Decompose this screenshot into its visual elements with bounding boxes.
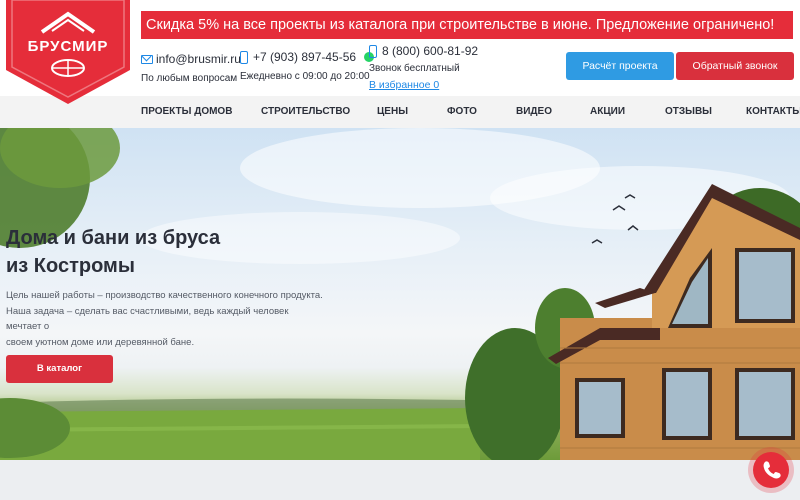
hero-text-line-2: Наша задача – сделать вас счастливыми, в… [6,305,289,333]
hero-title: Дома и бани из бруса из Костромы [6,224,220,280]
phone-link[interactable]: +7 (903) 897-45-56 [253,50,356,64]
contact-email: info@brusmir.ru По любым вопросам [141,52,241,84]
hero-section: Дома и бани из бруса из Костромы Цель на… [0,128,800,460]
page-bottom-strip [0,460,800,500]
mail-icon [141,54,153,64]
hero-title-line-2: из Костромы [6,255,135,277]
site-header: БРУСМИР Скидка 5% на все проекты из ката… [0,0,800,104]
hero-title-line-1: Дома и бани из бруса [6,227,221,249]
contact-phone: +7 (903) 897-45-56 Ежедневно с 09:00 до … [240,50,375,82]
nav-item-promotions[interactable]: АКЦИИ [590,96,625,128]
catalog-button[interactable]: В каталог [6,355,113,383]
call-fab-button[interactable] [753,452,789,488]
calc-project-button[interactable]: Расчёт проекта [566,52,674,80]
phone-icon [240,50,248,64]
nav-item-projects[interactable]: ПРОЕКТЫ ДОМОВ [141,96,232,128]
phone-icon [369,44,377,58]
nav-item-construction[interactable]: СТРОИТЕЛЬСТВО [261,96,350,128]
nav-item-photo[interactable]: ФОТО [447,96,477,128]
contact-free-phone: 8 (800) 600-81-92 Звонок бесплатный В из… [369,44,478,91]
promo-banner: Скидка 5% на все проекты из каталога при… [141,11,793,39]
email-link[interactable]: info@brusmir.ru [156,52,241,66]
nav-item-prices[interactable]: ЦЕНЫ [377,96,408,128]
logo-text[interactable]: БРУСМИР [14,38,122,55]
hero-description: Цель нашей работы – производство качеств… [6,288,326,350]
phone-call-icon [763,461,781,479]
callback-button[interactable]: Обратный звонок [676,52,794,80]
favorites-link[interactable]: В избранное 0 [369,79,478,91]
nav-item-reviews[interactable]: ОТЗЫВЫ [665,96,712,128]
free-phone-link[interactable]: 8 (800) 600-81-92 [382,44,478,58]
free-phone-note: Звонок бесплатный [369,63,460,74]
hero-text-line-1: Цель нашей работы – производство качеств… [6,290,323,301]
phone-hours: Ежедневно с 09:00 до 20:00 [240,71,370,82]
nav-item-contacts[interactable]: КОНТАКТЫ [746,96,800,128]
hero-text-line-3: своем уютном доме или деревянной бане. [6,336,195,348]
email-note: По любым вопросам [141,73,238,84]
nav-item-video[interactable]: ВИДЕО [516,96,552,128]
